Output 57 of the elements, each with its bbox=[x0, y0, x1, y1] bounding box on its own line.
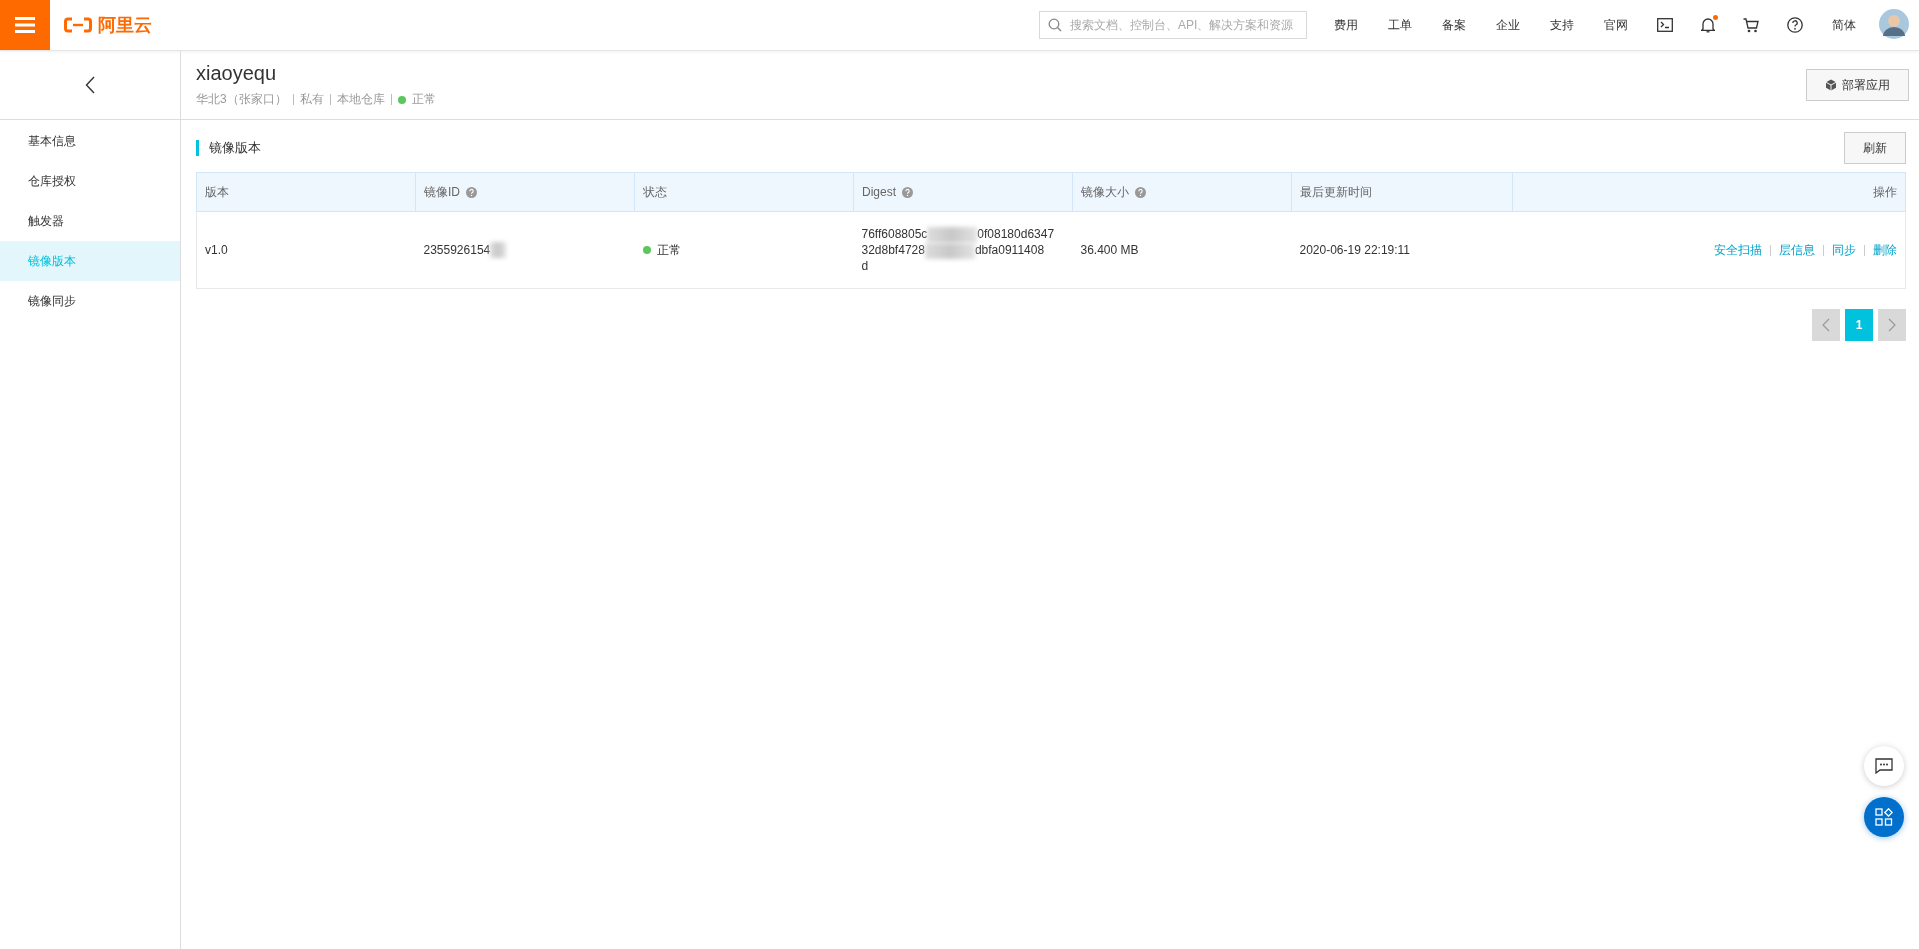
digest-text: 0f08180d6347 bbox=[977, 226, 1055, 241]
avatar-icon[interactable] bbox=[1879, 8, 1909, 39]
table-cell: v1.0 bbox=[196, 211, 416, 289]
repository-meta: 华北3（张家口） bbox=[196, 91, 287, 108]
chevron-right-icon bbox=[1888, 318, 1896, 332]
column-label: 状态 bbox=[643, 183, 667, 201]
digest-text: d bbox=[861, 258, 869, 273]
column-label: Digest bbox=[862, 185, 896, 199]
table-cell: 36.400 MB bbox=[1072, 211, 1292, 289]
menu-icon bbox=[15, 17, 35, 33]
redaction-patch bbox=[927, 226, 978, 243]
digest-text: dbfa0911408 bbox=[974, 242, 1045, 257]
chevron-left-icon bbox=[1822, 318, 1830, 332]
nav-link[interactable]: 费用 bbox=[1319, 16, 1373, 34]
status-text: 正常 bbox=[656, 241, 681, 259]
apps-button[interactable] bbox=[1864, 797, 1904, 837]
digest-text: 76ff608805c bbox=[861, 226, 928, 241]
sidebar-item[interactable]: 触发器 bbox=[0, 201, 180, 241]
image-id: 2355926154 bbox=[423, 243, 491, 257]
repository-title: xiaoyequ bbox=[196, 62, 278, 85]
search-icon bbox=[1048, 18, 1062, 32]
sidebar-item[interactable]: 基本信息 bbox=[0, 121, 180, 161]
redaction-patch bbox=[490, 242, 507, 258]
terminal-icon[interactable] bbox=[1657, 18, 1673, 32]
column-label: 最后更新时间 bbox=[1300, 183, 1372, 201]
apps-icon bbox=[1875, 808, 1893, 826]
nav-link[interactable]: 工单 bbox=[1373, 16, 1427, 34]
nav-link[interactable]: 官网 bbox=[1589, 16, 1643, 34]
help-icon[interactable] bbox=[1787, 17, 1803, 33]
column-label: 版本 bbox=[205, 183, 229, 201]
section-title: 镜像版本 bbox=[196, 140, 261, 156]
column-label: 操作 bbox=[1873, 183, 1897, 201]
nav-link[interactable]: 备案 bbox=[1427, 16, 1481, 34]
nav-link[interactable]: 支持 bbox=[1535, 16, 1589, 34]
repository-meta: 私有 bbox=[299, 91, 324, 108]
repository-status: 正常 bbox=[411, 91, 436, 108]
chat-icon bbox=[1875, 758, 1893, 774]
sidebar-item[interactable]: 仓库授权 bbox=[0, 161, 180, 201]
search-field[interactable]: 搜索文档、控制台、API、解决方案和资源 bbox=[1039, 11, 1307, 39]
logo-icon bbox=[64, 17, 92, 33]
language-link[interactable]: 简体 bbox=[1817, 16, 1871, 34]
cart-icon[interactable] bbox=[1743, 17, 1759, 33]
digest-text: 32d8bf4728 bbox=[861, 242, 925, 257]
cube-icon bbox=[1825, 79, 1837, 91]
deploy-button[interactable]: 部署应用 bbox=[1806, 69, 1909, 101]
bell-icon[interactable] bbox=[1701, 17, 1715, 33]
nav-link[interactable]: 企业 bbox=[1481, 16, 1535, 34]
sidebar-item[interactable]: 镜像同步 bbox=[0, 281, 180, 321]
table-cell: 2020-06-19 22:19:11 bbox=[1291, 211, 1513, 289]
repository-meta: 本地仓库 bbox=[336, 91, 385, 108]
column-label: 镜像大小 bbox=[1081, 183, 1129, 201]
logo-text: 阿里云 bbox=[98, 14, 152, 37]
back-icon[interactable] bbox=[85, 76, 95, 94]
refresh-button[interactable]: 刷新 bbox=[1844, 132, 1906, 164]
chat-button[interactable] bbox=[1864, 746, 1904, 786]
menu-button[interactable] bbox=[0, 0, 50, 50]
column-label: 镜像ID bbox=[424, 183, 460, 201]
